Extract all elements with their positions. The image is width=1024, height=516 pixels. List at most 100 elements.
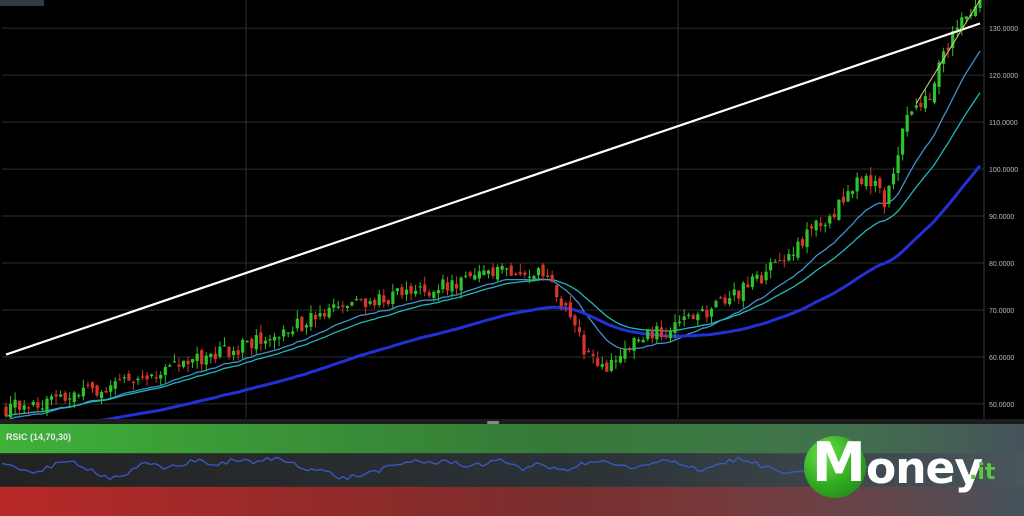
candle-body [468,272,472,277]
candle-body [127,373,131,381]
candle-body [213,353,217,360]
logo-wordmark: oney [866,443,983,494]
candle-body [814,220,818,231]
candle-body [923,96,927,109]
candle-body [363,298,368,308]
candle-body [901,128,905,155]
price-chart[interactable]: 50.0000 60.0000 70.0000 80.0000 90.0000 100.0… [0,0,1024,422]
candle-body [800,239,805,246]
candle-body [418,286,422,288]
candle-body [737,290,741,299]
candle-body [313,314,318,320]
candle-body [131,381,136,384]
symbol-tag[interactable] [0,0,44,6]
candle-body [404,289,409,295]
candle-body [832,214,836,218]
candle-body [796,241,800,258]
candle-body [272,336,277,341]
candle-body [582,334,586,355]
candle-body [850,191,855,194]
candle-body [769,262,773,271]
candle-body [368,301,372,304]
candle-body [414,290,418,295]
candle-body [887,185,891,204]
candle-body [905,114,909,132]
candle-body [427,292,431,296]
candle-body [145,375,149,380]
y-tick-label: 80.0000 [989,261,1014,268]
candle-body [691,315,695,319]
candle-body [477,271,481,279]
candle-body [104,390,108,393]
candle-body [172,361,177,363]
candle-body [204,355,208,365]
candle-body [195,353,199,362]
candle-body [436,290,440,294]
candle-body [759,275,764,284]
candle-body [191,359,195,363]
candle-body [750,276,755,288]
candle-body [222,345,227,347]
candle-body [359,298,363,301]
candle-body [873,180,877,186]
candle-body [673,322,677,334]
candle-body [741,282,745,301]
candle-body [910,111,914,115]
candle-body [523,272,527,275]
y-tick-label: 50.0000 [989,402,1014,409]
y-tick-label: 60.0000 [989,355,1014,362]
candle-body [527,276,532,278]
candle-body [241,339,245,353]
candle-body [109,385,113,392]
y-tick-label: 100.0000 [989,167,1018,174]
candle-body [650,330,654,339]
candle-body [600,364,604,367]
candle-body [532,275,536,280]
candle-body [618,355,623,363]
candle-body [700,309,704,311]
candle-body [869,175,873,187]
candle-body [546,275,550,278]
candle-body [623,348,627,359]
y-tick-label: 70.0000 [989,308,1014,315]
candle-body [568,302,572,318]
candle-body [136,378,140,381]
candle-body [40,408,45,410]
candle-body [641,340,645,343]
y-tick-label: 120.0000 [989,73,1018,80]
candle-body [755,274,759,279]
candle-body [72,392,76,403]
candle-body [81,387,85,397]
candle-body [687,314,691,317]
candle-body [163,367,167,376]
candle-body [723,297,727,304]
candle-body [627,348,632,350]
candle-body [45,398,49,412]
candle-body [231,350,236,356]
candle-body [332,304,336,308]
candle-body [932,83,937,103]
candle-body [500,265,504,270]
candle-body [304,325,308,328]
candle-body [336,306,340,308]
candle-body [555,285,559,298]
moving-average-short [5,50,981,422]
candle-body [277,337,281,339]
candle-body [27,407,31,409]
candle-body [68,398,72,400]
y-tick-label: 90.0000 [989,214,1014,221]
candle-body [855,177,859,192]
candle-body [209,353,213,358]
candle-body [99,392,104,399]
candle-body [659,327,664,338]
candle-body [181,360,186,367]
candle-body [4,406,8,417]
candle-body [655,326,659,340]
candle-body [782,260,786,262]
moving-average-long [76,164,982,422]
candle-body [732,289,736,296]
candle-body [637,339,641,342]
candle-body [22,405,26,410]
candle-body [914,105,918,108]
candle-body [441,279,445,290]
